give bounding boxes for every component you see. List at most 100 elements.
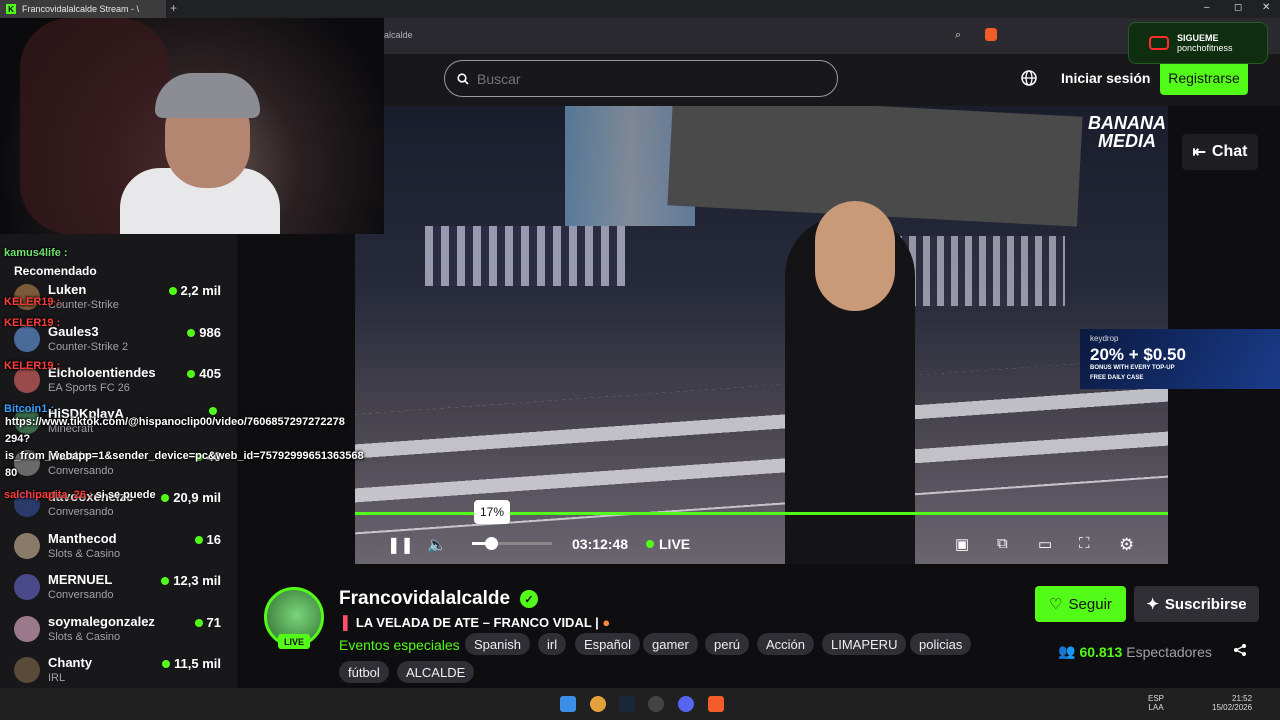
chat-username[interactable]: KELER19 : — [4, 296, 60, 308]
stream-title-text: LA VELADA DE ATE – FRANCO VIDAL | — [355, 615, 599, 630]
brave-icon[interactable] — [708, 696, 724, 712]
channel-avatar-small — [14, 616, 40, 642]
sidebar-viewer-count: 986 — [199, 325, 221, 340]
lang-code: ESP — [1148, 694, 1165, 703]
channel-name[interactable]: Francovidalalcalde — [339, 588, 510, 610]
chat-message: kamus4life : — [4, 247, 71, 259]
sidebar-channel-name: Manthecod — [48, 531, 117, 546]
channel-avatar-small — [14, 574, 40, 600]
sidebar-channel-item[interactable]: soymalegonzalez Slots & Casino 71 — [0, 610, 237, 651]
chat-message: KELER19 : — [4, 296, 63, 308]
system-clock[interactable]: 21:52 15/02/2026 — [1212, 694, 1252, 712]
channel-avatar-small — [14, 657, 40, 683]
discord-icon[interactable] — [678, 696, 694, 712]
live-dot-icon — [168, 286, 177, 295]
tag-chip[interactable]: Acción — [757, 633, 815, 655]
live-dot-icon — [187, 328, 196, 337]
register-button[interactable]: Registrarse — [1160, 61, 1248, 95]
tag-chip[interactable]: irl — [538, 633, 567, 655]
obs-icon[interactable] — [648, 696, 664, 712]
chat-username[interactable]: KELER19 : — [4, 360, 60, 372]
tag-chip[interactable]: Español — [575, 633, 640, 655]
sidebar-channel-item[interactable]: MERNUEL Conversando 12,3 mil — [0, 568, 237, 609]
webcam-overlay — [0, 18, 384, 234]
banana-media-logo: BANANA MEDIA — [1088, 113, 1166, 151]
chat-text: 80 — [5, 467, 18, 479]
language-globe-icon[interactable] — [1020, 69, 1038, 87]
browser-tab[interactable]: K Francovidalalcalde Stream - \ — [0, 0, 166, 18]
windows-start-icon[interactable] — [560, 696, 576, 712]
chat-username[interactable]: kamus4life : — [4, 247, 68, 259]
tag-chip[interactable]: ALCALDE — [397, 661, 475, 683]
sidebar-channel-name: MERNUEL — [48, 572, 113, 587]
sidebar-channel-item[interactable]: Chanty IRL 11,5 mil — [0, 651, 237, 692]
subscribe-button[interactable]: ✦ Suscribirse — [1134, 586, 1259, 622]
video-player[interactable] — [355, 106, 1168, 564]
ad-subline: BONUS WITH EVERY TOP-UP — [1090, 365, 1175, 371]
chrome-icon[interactable] — [590, 696, 606, 712]
live-indicator[interactable]: LIVE — [646, 536, 690, 552]
fire-icon: ● — [602, 615, 611, 630]
language-indicator[interactable]: ESP LAA — [1148, 694, 1164, 712]
tag-chip[interactable]: perú — [705, 633, 750, 655]
new-tab-button[interactable]: + — [170, 1, 177, 15]
yt-follow-label: SIGUEME — [1177, 33, 1219, 43]
volume-icon[interactable]: 🔈 — [427, 535, 447, 555]
stream-category-link[interactable]: Eventos especiales — [339, 637, 460, 653]
sidebar-channel-name: soymalegonzalez — [48, 614, 155, 629]
settings-gear-icon[interactable]: ⚙ — [1119, 535, 1134, 555]
live-badge: LIVE — [278, 634, 310, 649]
windows-taskbar — [0, 688, 1280, 720]
tag-chip[interactable]: Spanish — [465, 633, 530, 655]
theater-mode-icon[interactable]: ▭ — [1038, 535, 1052, 553]
zoom-icon[interactable]: ⌕ — [955, 29, 961, 42]
steam-icon[interactable] — [619, 696, 635, 712]
fullscreen-icon[interactable]: ⛶ — [1079, 535, 1090, 552]
login-link[interactable]: Iniciar sesión — [1061, 70, 1150, 86]
ad-brand: keydrop — [1090, 334, 1119, 343]
lang-layout: LAA — [1148, 703, 1164, 712]
clock-date: 15/02/2026 — [1212, 703, 1253, 712]
address-text: alcalde — [384, 30, 413, 40]
share-icon[interactable] — [1233, 643, 1247, 657]
chat-text: is_from_webapp=1&sender_device=pc&web_id… — [5, 450, 364, 462]
sidebar-channel-category: Conversando — [48, 589, 114, 601]
clock-time: 21:52 — [1232, 694, 1253, 703]
pause-icon[interactable]: ❚❚ — [387, 535, 414, 555]
volume-slider-handle[interactable] — [485, 537, 498, 550]
brave-shield-icon[interactable] — [985, 28, 997, 41]
viewer-count: 👥 60.813 Espectadores — [1058, 643, 1212, 660]
tag-chip[interactable]: LIMAPERU — [822, 633, 907, 655]
tag-chip[interactable]: fútbol — [339, 661, 389, 683]
tag-chip[interactable]: gamer — [643, 633, 698, 655]
live-label: LIVE — [659, 536, 691, 552]
chat-username[interactable]: salchipapita_26 : — [4, 489, 93, 501]
chat-toggle-button[interactable]: ⇤ Chat — [1182, 134, 1258, 170]
minimize-button[interactable]: – — [1204, 2, 1210, 13]
miniplayer-icon[interactable]: ▣ — [955, 535, 969, 553]
sidebar-viewer-count: 2,2 mil — [180, 283, 221, 298]
sidebar-channel-category: Slots & Casino — [48, 631, 121, 643]
follow-button[interactable]: ♡ Seguir — [1035, 586, 1126, 622]
yt-handle: ponchofitness — [1177, 43, 1233, 53]
chat-message: salchipapita_26 : si se puede — [4, 489, 156, 501]
clip-icon[interactable]: ⧉ — [997, 535, 1008, 552]
maximize-button[interactable]: ◻ — [1234, 2, 1242, 13]
chat-username[interactable]: KELER19 : — [4, 317, 60, 329]
tag-chip[interactable]: policias — [910, 633, 972, 655]
close-window-button[interactable]: ✕ — [1262, 2, 1270, 13]
sidebar-channel-item[interactable]: Manthecod Slots & Casino 16 — [0, 527, 237, 568]
live-dot-icon — [194, 618, 203, 627]
sidebar-channel-name: Luken — [48, 282, 87, 297]
sidebar-viewers: 11,5 mil — [162, 656, 221, 671]
webcam-hair — [155, 73, 260, 118]
chat-username[interactable]: Bitcoin1 : — [4, 403, 54, 415]
search-box[interactable] — [444, 60, 838, 97]
channel-avatar-small — [14, 533, 40, 559]
keydrop-ad[interactable]: keydrop 20% + $0.50 BONUS WITH EVERY TOP… — [1080, 329, 1280, 389]
follow-label: Seguir — [1068, 595, 1112, 613]
viewers-icon: 👥 — [1058, 643, 1076, 659]
stream-time: 03:12:48 — [572, 536, 629, 552]
sidebar-channel-category: Conversando — [48, 465, 114, 477]
search-input[interactable] — [477, 70, 807, 87]
